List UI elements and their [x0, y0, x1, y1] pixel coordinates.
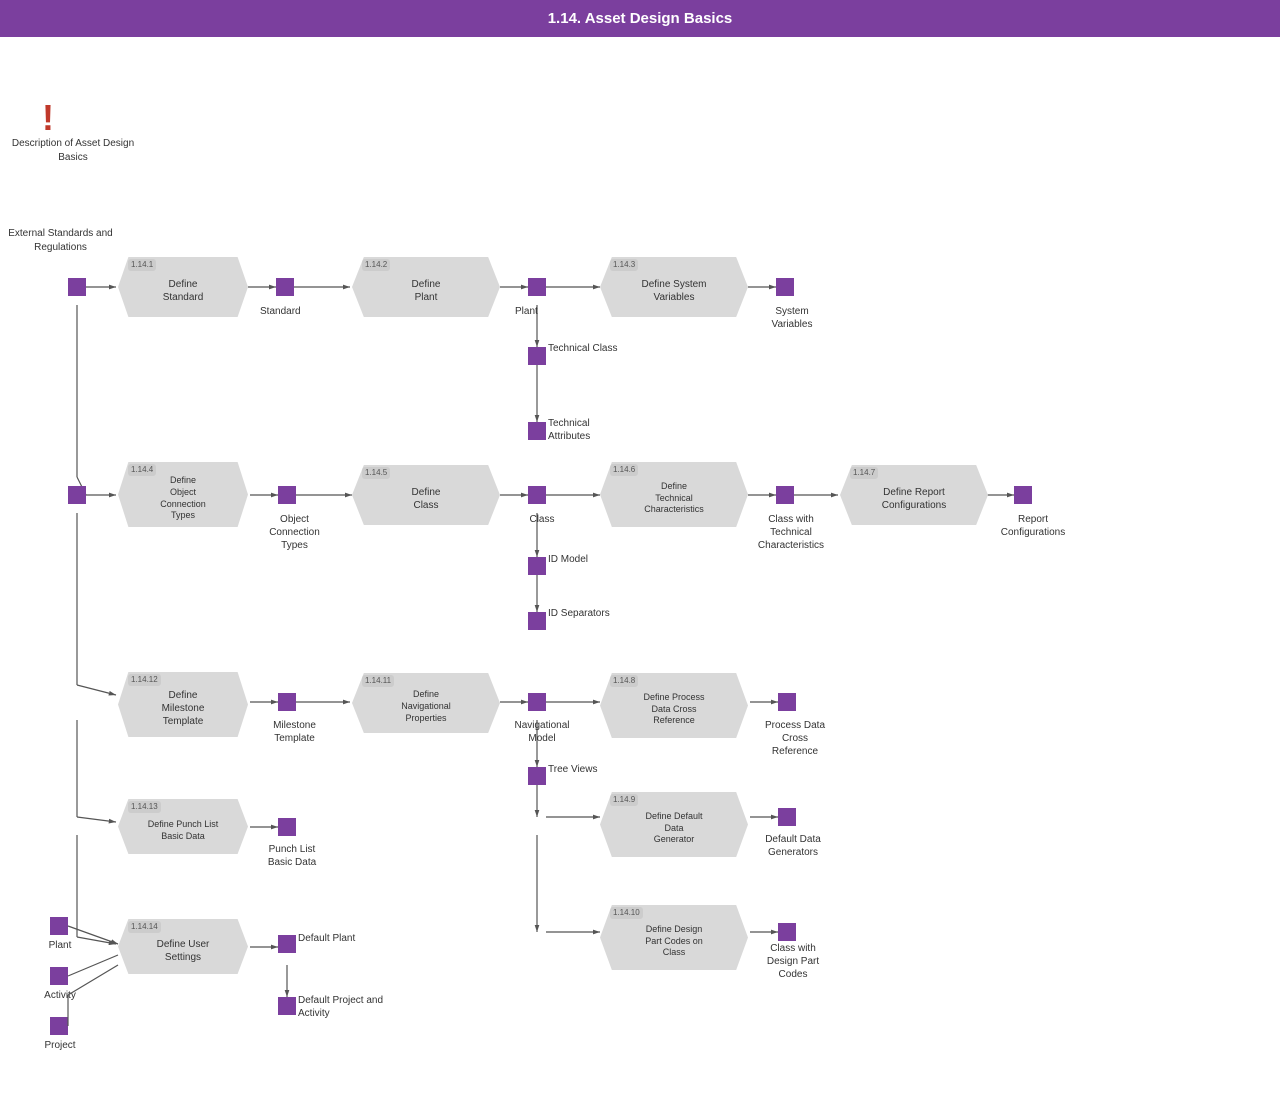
define-process-data-label: Define Process Data Cross Reference: [643, 692, 704, 727]
id-separators-square: [528, 612, 546, 630]
define-tech-chars-label: Define Technical Characteristics: [644, 481, 704, 516]
version-badge-1142: 1.14.2: [362, 259, 390, 271]
system-variables-label: System Variables: [762, 305, 822, 331]
version-badge-1141: 1.14.1: [128, 259, 156, 271]
define-report-config-label: Define Report Configurations: [882, 486, 946, 512]
default-plant-label: Default Plant: [298, 932, 368, 945]
version-badge-1145: 1.14.5: [362, 467, 390, 479]
define-report-config-box[interactable]: 1.14.7 Define Report Configurations: [840, 465, 988, 525]
class-with-tech-label: Class with Technical Characteristics: [756, 513, 826, 552]
tree-views-label: Tree Views: [548, 763, 613, 776]
square-after-report-config: [1014, 486, 1032, 504]
define-nav-props-label: Define Navigational Properties: [401, 689, 451, 724]
square-after-milestone: [278, 693, 296, 711]
default-plant-square: [278, 935, 296, 953]
plant-bottom-label: Plant: [35, 939, 85, 952]
version-badge-11412: 1.14.12: [128, 674, 161, 686]
square-after-obj-conn: [278, 486, 296, 504]
plant-bottom-square: [50, 917, 68, 935]
page-title: 1.14. Asset Design Basics: [548, 10, 733, 27]
version-badge-1149: 1.14.9: [610, 794, 638, 806]
define-process-data-box[interactable]: 1.14.8 Define Process Data Cross Referen…: [600, 673, 748, 738]
define-class-label: Define Class: [412, 486, 441, 512]
define-design-part-box[interactable]: 1.14.10 Define Design Part Codes on Clas…: [600, 905, 748, 970]
define-plant-box[interactable]: 1.14.2 Define Plant: [352, 257, 500, 317]
square-nav-model: [528, 693, 546, 711]
page-header: 1.14. Asset Design Basics: [0, 0, 1280, 37]
square-after-process-data: [778, 693, 796, 711]
define-design-part-label: Define Design Part Codes on Class: [645, 924, 703, 959]
process-data-cross-ref-label: Process Data Cross Reference: [760, 719, 830, 758]
technical-attributes-label: Technical Attributes: [548, 417, 633, 443]
version-badge-11411: 1.14.11: [362, 675, 394, 687]
milestone-template-label: Milestone Template: [262, 719, 327, 745]
version-badge-1146: 1.14.6: [610, 464, 638, 476]
external-standards-label: External Standards and Regulations: [8, 227, 113, 255]
object-connection-types-label: Object Connection Types: [262, 513, 327, 552]
define-system-vars-label: Define System Variables: [641, 278, 706, 304]
version-badge-1147: 1.14.7: [850, 467, 878, 479]
define-default-data-label: Define Default Data Generator: [645, 811, 702, 846]
define-class-box[interactable]: 1.14.5 Define Class: [352, 465, 500, 525]
define-object-conn-label: Define Object Connection Types: [160, 475, 206, 522]
project-square: [50, 1017, 68, 1035]
square-after-plant: [528, 278, 546, 296]
square-after-standard: [276, 278, 294, 296]
version-badge-1144: 1.14.4: [128, 464, 156, 476]
define-milestone-box[interactable]: 1.14.12 Define Milestone Template: [118, 672, 248, 737]
technical-attributes-square: [528, 422, 546, 440]
technical-class-square: [528, 347, 546, 365]
diagram-canvas: ! Description of Asset Design Basics Ext…: [0, 37, 1280, 1117]
exclamation-icon: !: [42, 97, 54, 139]
version-badge-11414: 1.14.14: [128, 921, 161, 933]
version-badge-1143: 1.14.3: [610, 259, 638, 271]
define-default-data-box[interactable]: 1.14.9 Define Default Data Generator: [600, 792, 748, 857]
activity-square: [50, 967, 68, 985]
define-punch-list-box[interactable]: 1.14.13 Define Punch List Basic Data: [118, 799, 248, 854]
class-label: Class: [522, 513, 562, 526]
define-user-settings-label: Define User Settings: [157, 938, 210, 964]
define-punch-list-label: Define Punch List Basic Data: [148, 819, 219, 842]
define-object-connection-box[interactable]: 1.14.4 Define Object Connection Types: [118, 462, 248, 527]
punch-list-basic-label: Punch List Basic Data: [262, 843, 322, 869]
id-separators-label: ID Separators: [548, 607, 628, 620]
plant-top-label: Plant: [515, 305, 538, 318]
id-model-square: [528, 557, 546, 575]
square-after-tech-chars: [776, 486, 794, 504]
report-configurations-label: Report Configurations: [998, 513, 1068, 539]
define-system-vars-box[interactable]: 1.14.3 Define System Variables: [600, 257, 748, 317]
version-badge-1148: 1.14.8: [610, 675, 638, 687]
square-after-default-data: [778, 808, 796, 826]
start-square-row1: [68, 278, 86, 296]
define-tech-chars-box[interactable]: 1.14.6 Define Technical Characteristics: [600, 462, 748, 527]
class-design-part-label: Class with Design Part Codes: [758, 942, 828, 981]
default-project-square: [278, 997, 296, 1015]
square-after-design-part: [778, 923, 796, 941]
default-data-generators-label: Default Data Generators: [758, 833, 828, 859]
version-badge-11413: 1.14.13: [128, 801, 161, 813]
define-standard-label: Define Standard: [163, 278, 204, 304]
technical-class-label: Technical Class: [548, 342, 628, 355]
description-label: Description of Asset Design Basics: [8, 137, 138, 165]
tree-views-square: [528, 767, 546, 785]
activity-label: Activity: [35, 989, 85, 1002]
square-after-punch-list: [278, 818, 296, 836]
define-nav-props-box[interactable]: 1.14.11 Define Navigational Properties: [352, 673, 500, 733]
define-user-settings-box[interactable]: 1.14.14 Define User Settings: [118, 919, 248, 974]
standard-label: Standard: [260, 305, 301, 318]
version-badge-11410: 1.14.10: [610, 907, 643, 919]
start-square-row2: [68, 486, 86, 504]
default-project-label: Default Project and Activity: [298, 994, 388, 1020]
define-standard-box[interactable]: 1.14.1 Define Standard: [118, 257, 248, 317]
project-label: Project: [35, 1039, 85, 1052]
square-after-sysvars: [776, 278, 794, 296]
id-model-label: ID Model: [548, 553, 618, 566]
navigational-model-label: Navigational Model: [512, 719, 572, 745]
define-plant-label: Define Plant: [412, 278, 441, 304]
square-after-class: [528, 486, 546, 504]
define-milestone-label: Define Milestone Template: [162, 689, 205, 728]
